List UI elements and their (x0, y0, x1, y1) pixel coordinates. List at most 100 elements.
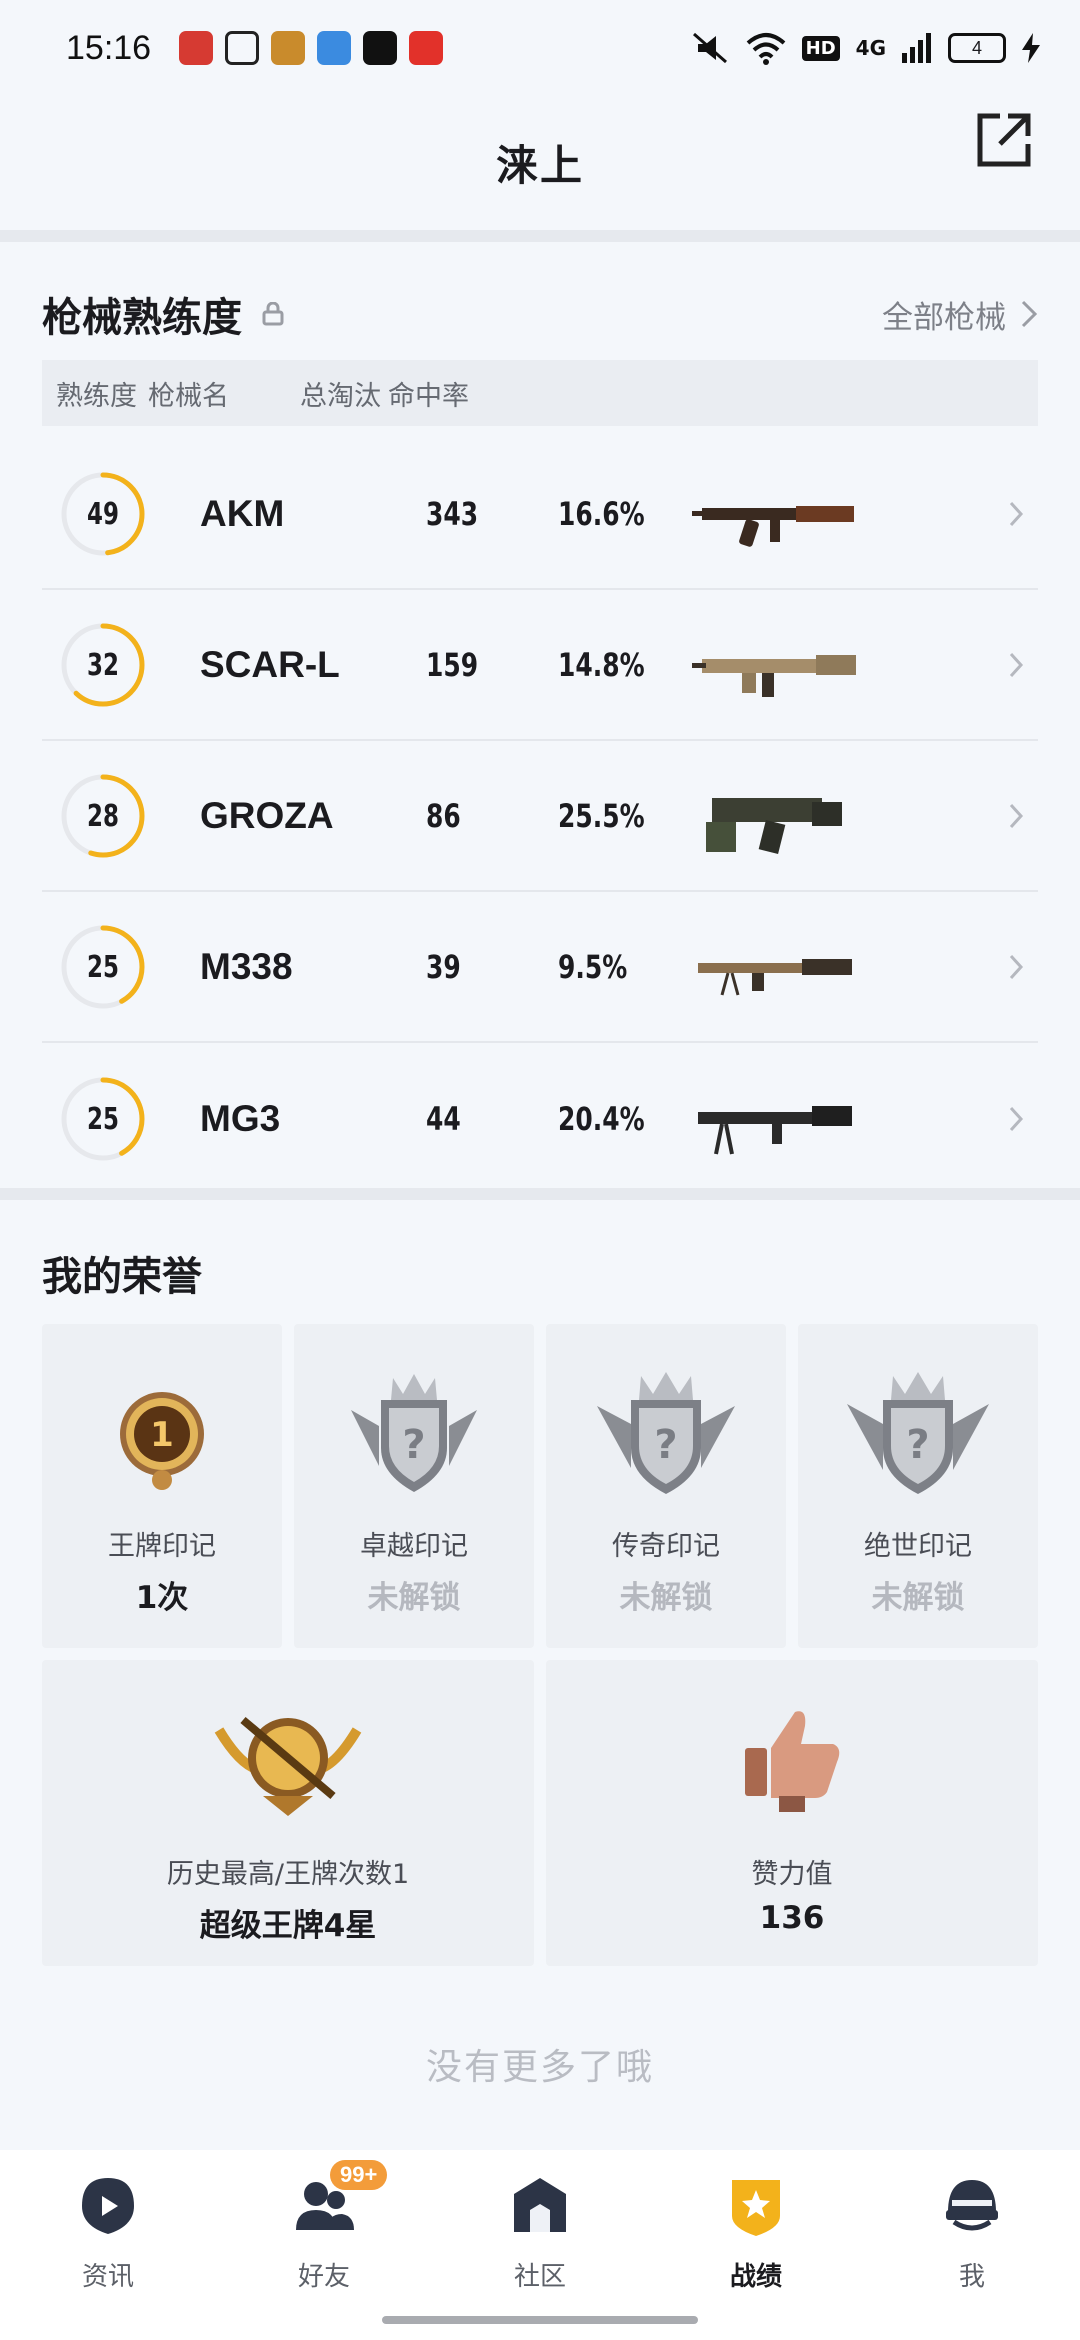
weapon-row[interactable]: 25 MG3 44 20.4% (42, 1044, 1038, 1194)
locked-peerless-badge-icon: ? (847, 1372, 989, 1494)
chevron-right-icon (1009, 501, 1024, 527)
badge-label: 王牌印记 (108, 1531, 216, 1562)
svg-text:?: ? (402, 1422, 425, 1468)
tab-friends[interactable]: 99+ 好友 (216, 2150, 432, 2340)
ace-mark-card[interactable]: 1 王牌印记 1次 (42, 1324, 282, 1648)
chevron-right-icon (1009, 652, 1024, 678)
tab-label: 我 (958, 2262, 985, 2292)
weapon-row[interactable]: 49 AKM 343 16.6% (42, 440, 1038, 590)
lock-icon[interactable] (262, 302, 284, 326)
mute-icon (692, 32, 727, 64)
battery-level: 4 (971, 37, 982, 58)
weapon-table-header: 熟练度 枪械名 总淘汰 命中率 (42, 360, 1038, 426)
section-divider (0, 1188, 1080, 1200)
weapon-hit-rate: 16.6% (558, 495, 645, 533)
locked-legend-badge-icon: ? (597, 1372, 735, 1494)
weapon-name: GROZA (200, 795, 334, 836)
all-weapons-label: 全部枪械 (882, 299, 1006, 336)
badge-label: 绝世印记 (864, 1531, 972, 1562)
legend-mark-card[interactable]: ? 传奇印记 未解锁 (546, 1324, 786, 1648)
status-time: 15:16 (66, 28, 152, 67)
highest-rank-card[interactable]: 历史最高/王牌次数1 超级王牌4星 (42, 1660, 534, 1966)
badge-label: 传奇印记 (612, 1531, 720, 1562)
proficiency-level: 49 (87, 496, 119, 532)
weapon-row[interactable]: 25 M338 39 9.5% (42, 893, 1038, 1043)
weapon-proficiency-section: 枪械熟练度 全部枪械 熟练度 枪械名 总淘汰 命中率 49 AKM 343 16.6%… (0, 242, 1080, 1188)
weapon-hit-rate: 14.8% (558, 646, 645, 684)
excellence-mark-card[interactable]: ? 卓越印记 未解锁 (294, 1324, 534, 1648)
highest-rank-label: 历史最高/王牌次数1 (166, 1859, 410, 1890)
badge-value: 未解锁 (871, 1580, 965, 1616)
weapon-name: AKM (200, 493, 285, 534)
badge-label: 卓越印记 (360, 1531, 468, 1562)
proficiency-level: 25 (87, 1101, 119, 1137)
all-weapons-link[interactable]: 全部枪械 (882, 292, 1038, 337)
weapon-hit-rate: 9.5% (558, 948, 628, 986)
column-hit-rate: 命中率 (388, 380, 469, 412)
proficiency-level: 25 (87, 949, 119, 985)
weapon-image (692, 506, 854, 547)
end-of-list-text: 没有更多了哦 (425, 2047, 654, 2088)
weapon-kills: 343 (426, 495, 479, 533)
red-notification-icon (409, 31, 444, 65)
column-proficiency: 熟练度 (56, 380, 137, 412)
tab-stats[interactable]: 战绩 (648, 2150, 864, 2340)
svg-text:1: 1 (150, 1415, 174, 1455)
charging-icon (1022, 33, 1040, 63)
weapon-image (706, 798, 842, 854)
home-indicator[interactable] (382, 2316, 698, 2324)
news-play-icon (82, 2178, 134, 2234)
proficiency-level: 32 (87, 647, 119, 683)
share-icon[interactable] (974, 110, 1034, 170)
badge-value: 未解锁 (367, 1580, 461, 1616)
weapon-name: M338 (200, 946, 293, 987)
bottom-navigation: 资讯 99+ 好友 社区 战绩 我 (0, 2150, 1080, 2340)
tiktok-notification-icon (363, 31, 398, 65)
weapon-kills: 39 (426, 948, 461, 986)
signal-icon (902, 33, 931, 63)
weapon-kills: 159 (426, 646, 479, 684)
weapon-kills: 44 (426, 1100, 461, 1138)
chevron-right-icon (1021, 300, 1038, 328)
community-house-icon (514, 2178, 566, 2232)
highest-rank-value: 超级王牌4星 (199, 1908, 377, 1944)
weapon-kills: 86 (426, 797, 461, 835)
weapon-hit-rate: 25.5% (558, 797, 645, 835)
battery-icon: 4 (948, 33, 1006, 63)
weapon-section-title: 枪械熟练度 (42, 295, 242, 341)
cloud-notification-icon (317, 31, 352, 65)
likes-value: 136 (759, 1900, 825, 1936)
weapon-image (692, 655, 856, 697)
tab-news[interactable]: 资讯 (0, 2150, 216, 2340)
page-title: 涞上 (495, 140, 584, 190)
notification-icons (179, 31, 444, 65)
weapon-section-header: 枪械熟练度 全部枪械 (42, 286, 1038, 342)
ace-medal-icon: 1 (120, 1392, 204, 1490)
tab-me[interactable]: 我 (864, 2150, 1080, 2340)
likes-card[interactable]: 赞力值 136 (546, 1660, 1038, 1966)
weapon-hit-rate: 20.4% (558, 1100, 645, 1138)
stats-shield-icon (732, 2180, 780, 2236)
svg-text:?: ? (654, 1422, 677, 1468)
game-notification-icon (271, 31, 306, 65)
proficiency-level: 28 (87, 798, 119, 834)
weapon-image (698, 959, 852, 996)
badge-value: 未解锁 (619, 1580, 713, 1616)
weapon-image (698, 1106, 852, 1155)
helmet-icon (946, 2180, 998, 2231)
tab-label: 社区 (513, 2262, 566, 2292)
hd-icon: HD (801, 35, 840, 61)
status-bar: 15:16 HD 4G 4 (0, 0, 1080, 96)
locked-excellence-badge-icon: ? (351, 1374, 477, 1492)
wifi-icon (746, 33, 785, 65)
peerless-mark-card[interactable]: ? 绝世印记 未解锁 (798, 1324, 1038, 1648)
chevron-right-icon (1009, 1106, 1024, 1132)
weapon-row[interactable]: 32 SCAR-L 159 14.8% (42, 591, 1038, 741)
chevron-right-icon (1009, 803, 1024, 829)
tab-community[interactable]: 社区 (432, 2150, 648, 2340)
section-divider (0, 230, 1080, 242)
alipay-notification-icon (225, 31, 260, 65)
weapon-name: SCAR-L (200, 644, 340, 685)
weapon-row[interactable]: 28 GROZA 86 25.5% (42, 742, 1038, 892)
column-weapon-name: 枪械名 (148, 380, 229, 412)
